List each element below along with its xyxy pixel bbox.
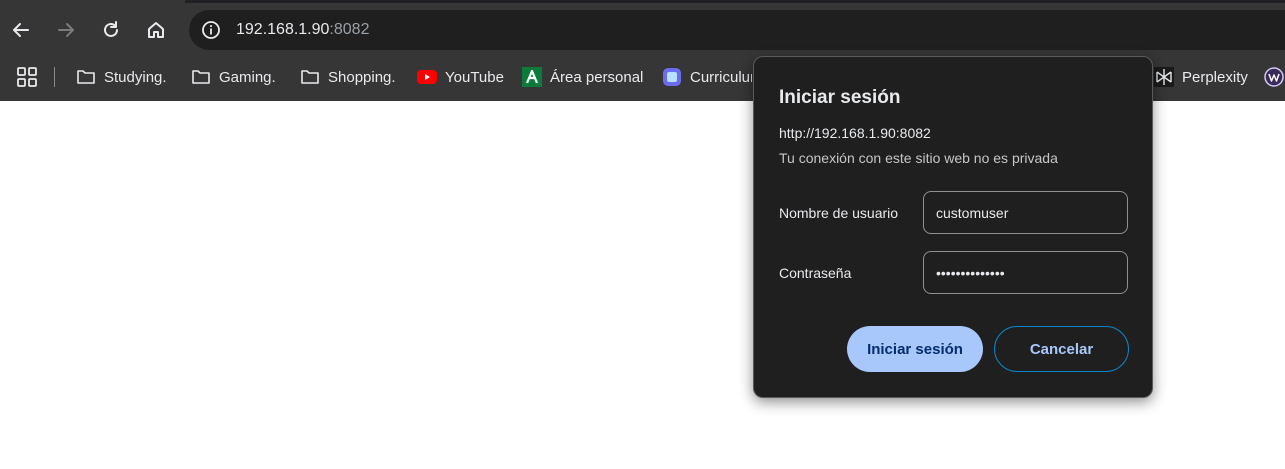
sign-in-button[interactable]: Iniciar sesión <box>847 326 983 372</box>
bookmark-studying[interactable]: Studying. <box>76 64 167 90</box>
youtube-icon <box>417 67 437 87</box>
arrow-right-icon <box>58 23 74 37</box>
arrow-left-icon <box>13 23 29 37</box>
bookmark-wordpress[interactable] <box>1264 64 1284 90</box>
password-input[interactable] <box>923 251 1128 294</box>
bookmark-gaming[interactable]: Gaming. <box>191 64 276 90</box>
reload-icon <box>104 21 118 37</box>
site-info-icon[interactable] <box>197 16 225 44</box>
forward-button[interactable] <box>49 13 83 47</box>
password-label: Contraseña <box>779 265 852 281</box>
back-button[interactable] <box>4 13 38 47</box>
dialog-url: http://192.168.1.90:8082 <box>779 125 931 141</box>
bookmark-label: Studying. <box>104 68 167 86</box>
home-button[interactable] <box>139 13 173 47</box>
cancel-button[interactable]: Cancelar <box>994 326 1129 372</box>
address-url: 192.168.1.90:8082 <box>236 21 369 39</box>
home-icon <box>148 22 164 38</box>
bookmark-label: YouTube <box>445 68 504 86</box>
perplexity-icon <box>1154 67 1174 87</box>
wordpress-icon <box>1264 67 1284 87</box>
apps-grid-icon[interactable] <box>16 66 38 88</box>
dialog-privacy-warning: Tu conexión con este sitio web no es pri… <box>779 150 1058 166</box>
bookmark-perplexity[interactable]: Perplexity <box>1154 64 1248 90</box>
url-port: :8082 <box>329 21 370 38</box>
bookmark-curriculum[interactable]: Curriculum <box>662 64 752 90</box>
bookmark-youtube[interactable]: YouTube <box>417 64 504 90</box>
reload-button[interactable] <box>94 13 128 47</box>
username-label: Nombre de usuario <box>779 205 899 221</box>
folder-icon <box>76 67 96 87</box>
username-input[interactable] <box>923 191 1128 234</box>
tab-strip <box>185 0 1285 3</box>
bookmark-area-personal[interactable]: Área personal <box>522 64 643 90</box>
bookmark-label: Curriculum <box>690 68 752 86</box>
bookmark-label: Gaming. <box>219 68 276 86</box>
bookmark-label: Área personal <box>550 68 644 86</box>
folder-icon <box>300 67 320 87</box>
sign-in-dialog: Iniciar sesión http://192.168.1.90:8082 … <box>753 56 1153 398</box>
dialog-title: Iniciar sesión <box>779 87 901 108</box>
folder-icon <box>191 67 211 87</box>
area-personal-icon <box>522 67 542 87</box>
bookmark-shopping[interactable]: Shopping. <box>300 64 396 90</box>
url-host: 192.168.1.90 <box>236 21 330 38</box>
curriculum-icon <box>662 67 682 87</box>
bookmarks-separator <box>54 67 55 87</box>
bookmark-label: Shopping. <box>328 68 396 86</box>
bookmark-label: Perplexity <box>1182 68 1248 86</box>
address-bar[interactable]: 192.168.1.90:8082 <box>189 10 1285 50</box>
